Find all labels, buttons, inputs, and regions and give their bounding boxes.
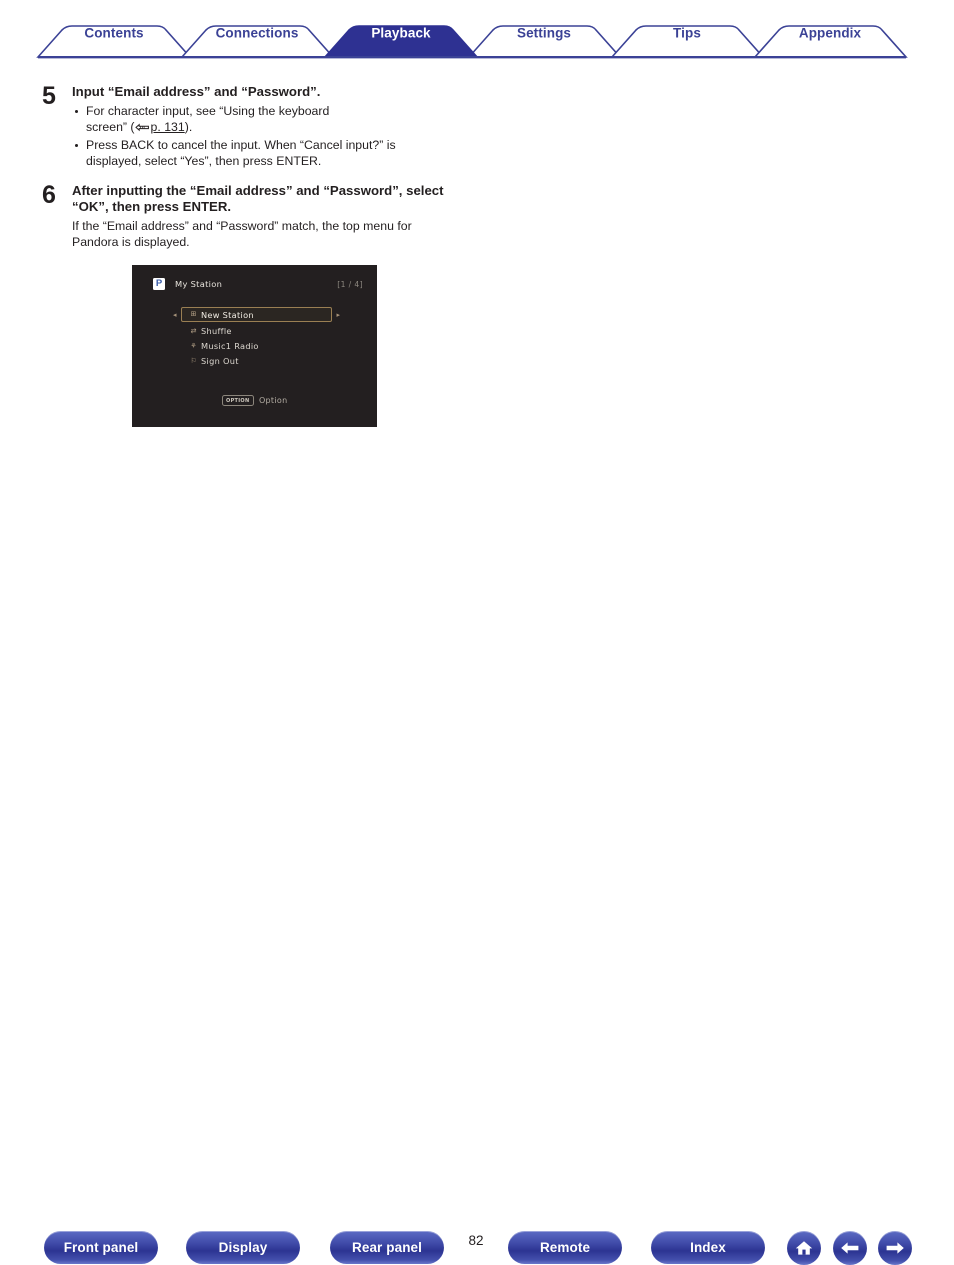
tab-contents[interactable]: Contents <box>84 26 143 41</box>
step-6: 6 After inputting the “Email address” an… <box>42 183 472 250</box>
device-screen-footer: OPTION Option <box>132 395 377 406</box>
device-screen-header: P My Station [1 / 4] <box>153 277 363 291</box>
page-footer: Front panel Display Rear panel 82 Remote… <box>0 612 954 1265</box>
device-menu-label: New Station <box>201 309 254 320</box>
device-page-indicator: [1 / 4] <box>337 279 363 289</box>
device-screenshot: P My Station [1 / 4] ◂ ⊞ New Station ▸ ⇄… <box>132 265 377 427</box>
tab-connections[interactable]: Connections <box>216 26 299 41</box>
pandora-logo-icon: P <box>153 278 165 290</box>
bullet-text-after: ). <box>184 119 193 134</box>
footer-button-display[interactable]: Display <box>186 1231 300 1264</box>
page-reference-link[interactable]: p. 131 <box>151 120 185 134</box>
device-menu-item-shuffle[interactable]: ⇄ Shuffle <box>182 325 332 337</box>
home-icon <box>794 1239 814 1257</box>
bullet-text: For character input, see “Using the keyb… <box>86 104 330 134</box>
arrow-right-icon <box>884 1240 906 1256</box>
option-key-badge: OPTION <box>221 395 254 406</box>
step-5: 5 Input “Email address” and “Password”. … <box>42 84 472 171</box>
radio-station-icon: ⚘ <box>190 341 197 350</box>
device-menu-label: Shuffle <box>201 326 232 336</box>
step-5-title: Input “Email address” and “Password”. <box>72 84 321 99</box>
device-menu-item-music1-radio[interactable]: ⚘ Music1 Radio <box>182 340 332 352</box>
sign-out-icon: ⚐ <box>190 356 197 365</box>
device-menu-label: Music1 Radio <box>201 341 259 351</box>
device-menu-label: Sign Out <box>201 356 239 366</box>
footer-button-front-panel[interactable]: Front panel <box>44 1231 158 1264</box>
device-menu-list: ◂ ⊞ New Station ▸ ⇄ Shuffle ⚘ Music1 Rad… <box>173 307 340 370</box>
pointing-hand-icon <box>134 121 150 137</box>
tab-tips[interactable]: Tips <box>673 26 701 41</box>
device-screen-title: My Station <box>175 279 223 289</box>
shuffle-icon: ⇄ <box>190 326 197 335</box>
step-5-bullet-list: For character input, see “Using the keyb… <box>72 104 472 169</box>
chevron-right-icon: ▸ <box>336 311 340 319</box>
footer-button-rear-panel[interactable]: Rear panel <box>330 1231 444 1264</box>
tab-appendix[interactable]: Appendix <box>799 26 861 41</box>
list-item: Press BACK to cancel the input. When “Ca… <box>72 138 446 169</box>
step-6-body: After inputting the “Email address” and … <box>72 183 472 250</box>
device-menu-item-new-station[interactable]: ◂ ⊞ New Station ▸ <box>173 307 340 322</box>
tab-settings[interactable]: Settings <box>517 26 571 41</box>
bullet-text: Press BACK to cancel the input. When “Ca… <box>86 138 396 168</box>
device-menu-item-sign-out[interactable]: ⚐ Sign Out <box>182 355 332 367</box>
step-5-body: Input “Email address” and “Password”. Fo… <box>72 84 472 171</box>
tab-bar: Contents Connections Playback Settings T… <box>0 0 954 64</box>
new-station-icon: ⊞ <box>190 310 197 318</box>
step-6-note: If the “Email address” and “Password” ma… <box>72 219 412 249</box>
previous-page-button[interactable] <box>833 1231 867 1265</box>
option-label: Option <box>258 396 288 405</box>
chevron-left-icon: ◂ <box>173 311 177 319</box>
footer-button-index[interactable]: Index <box>651 1231 765 1264</box>
footer-button-remote[interactable]: Remote <box>508 1231 622 1264</box>
step-6-title: After inputting the “Email address” and … <box>72 183 444 214</box>
home-button[interactable] <box>787 1231 821 1265</box>
step-5-number: 5 <box>42 82 56 110</box>
list-item: For character input, see “Using the keyb… <box>72 104 354 136</box>
step-6-number: 6 <box>42 181 56 209</box>
page-number: 82 <box>468 1233 484 1248</box>
tab-playback[interactable]: Playback <box>371 26 430 41</box>
arrow-left-icon <box>839 1240 861 1256</box>
next-page-button[interactable] <box>878 1231 912 1265</box>
